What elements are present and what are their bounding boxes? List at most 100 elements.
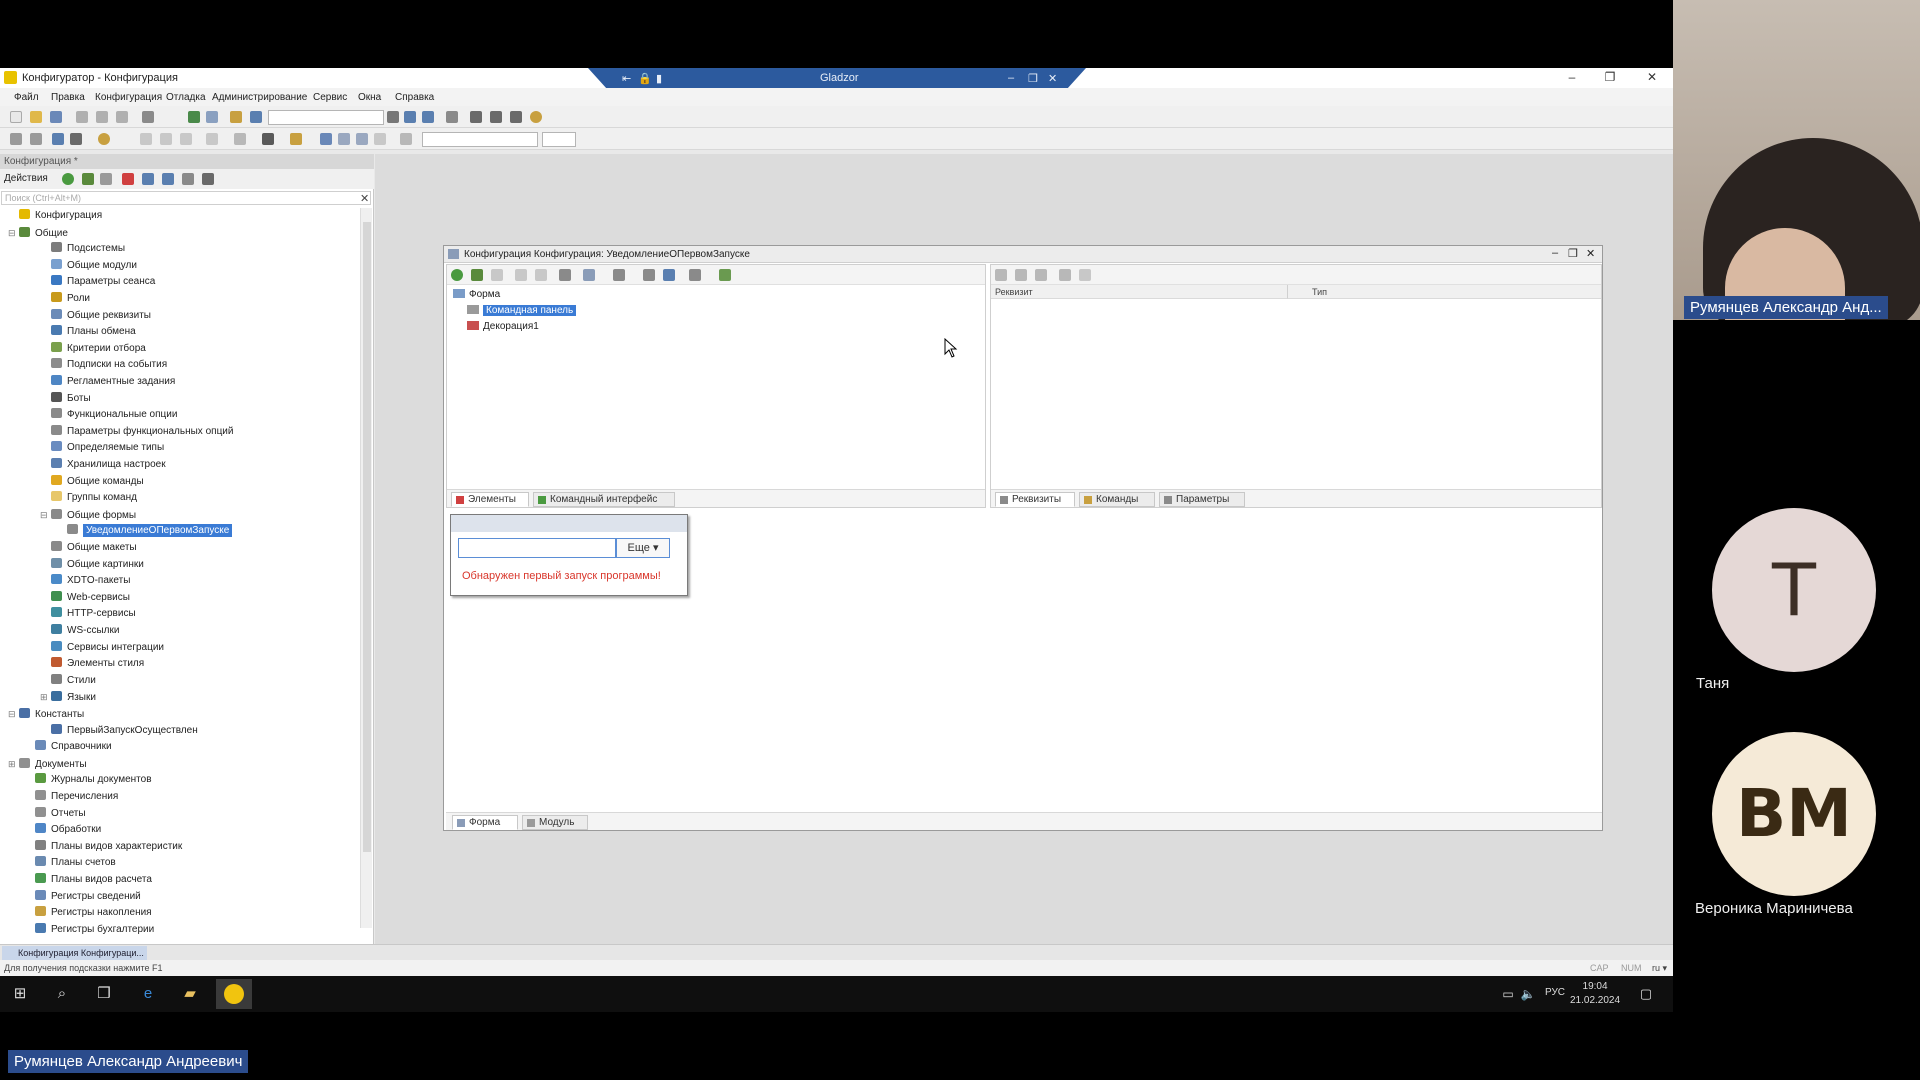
element-form[interactable]: Форма xyxy=(453,287,500,302)
preview-input-field[interactable] xyxy=(458,538,616,558)
align-left-icon[interactable] xyxy=(320,133,332,145)
tree-item[interactable]: Общие картинки xyxy=(40,557,144,573)
justify-icon[interactable] xyxy=(374,133,386,145)
tree-item[interactable]: Критерии отбора xyxy=(40,341,146,357)
edit-icon[interactable] xyxy=(82,173,94,185)
tree-item[interactable]: ПервыйЗапускОсуществлен xyxy=(40,723,198,739)
module-icon[interactable] xyxy=(510,111,522,123)
form-minimize-button[interactable]: – xyxy=(1552,247,1558,259)
element-down-icon[interactable] xyxy=(535,269,547,281)
tree-item[interactable]: Регламентные задания xyxy=(40,374,175,390)
delete-attribute-icon[interactable] xyxy=(1079,269,1091,281)
tree-item[interactable]: Функциональные опции xyxy=(40,407,177,423)
debug-icon[interactable] xyxy=(470,111,482,123)
tree-item[interactable]: Общие команды xyxy=(40,474,144,490)
check-icon[interactable] xyxy=(663,269,675,281)
tree-item[interactable]: Параметры функциональных опций xyxy=(40,424,233,440)
tree-item[interactable]: Группы команд xyxy=(40,490,137,506)
expand-toggle-icon[interactable]: ⊞ xyxy=(8,756,17,772)
tree-item[interactable]: Обработки xyxy=(24,822,101,838)
align-right-icon[interactable] xyxy=(356,133,368,145)
move-down-icon[interactable] xyxy=(162,173,174,185)
search-icon[interactable] xyxy=(250,111,262,123)
element-up-icon[interactable] xyxy=(515,269,527,281)
form-close-button[interactable]: ✕ xyxy=(1586,247,1595,260)
edit-element-icon[interactable] xyxy=(471,269,483,281)
tree-item[interactable]: Боты xyxy=(40,391,91,407)
remote-close-button[interactable]: ✕ xyxy=(1048,72,1057,85)
tab-attributes[interactable]: Реквизиты xyxy=(995,492,1075,507)
tree-scroll-thumb[interactable] xyxy=(363,222,371,852)
list-icon[interactable] xyxy=(10,133,22,145)
status-language[interactable]: ru ▾ xyxy=(1652,960,1667,976)
font-color-icon[interactable] xyxy=(262,133,274,145)
task-view-icon[interactable]: ❒ xyxy=(94,984,114,1004)
find-icon[interactable] xyxy=(230,111,242,123)
expand-toggle-icon[interactable]: ⊟ xyxy=(8,706,17,722)
copy-icon[interactable] xyxy=(96,111,108,123)
tree-item[interactable]: ⊟ Общие xyxy=(8,225,68,241)
edit-attribute-icon[interactable] xyxy=(1059,269,1071,281)
form-maximize-button[interactable]: ❐ xyxy=(1568,247,1578,260)
tab-parameters[interactable]: Параметры xyxy=(1159,492,1245,507)
tree-item[interactable]: Регистры бухгалтерии xyxy=(24,922,154,938)
border-icon[interactable] xyxy=(206,133,218,145)
window-icon[interactable] xyxy=(446,111,458,123)
element-decoration[interactable]: Декорация1 xyxy=(467,319,539,334)
print-icon[interactable] xyxy=(142,111,154,123)
group-icon[interactable] xyxy=(583,269,595,281)
tab-commands[interactable]: Команды xyxy=(1079,492,1155,507)
tree-item[interactable]: Общие модули xyxy=(40,258,137,274)
cut-icon[interactable] xyxy=(76,111,88,123)
verify-icon[interactable] xyxy=(719,269,731,281)
tree-item[interactable]: ⊟ Константы xyxy=(8,706,84,722)
search-icon[interactable]: ⌕ xyxy=(52,984,72,1004)
tree-item[interactable]: Общие реквизиты xyxy=(40,308,151,324)
tree-item[interactable]: ⊞ Документы xyxy=(8,756,87,772)
tree-item[interactable]: Сервисы интеграции xyxy=(40,640,164,656)
tree-item[interactable]: Параметры сеанса xyxy=(40,274,155,290)
move-up-icon[interactable] xyxy=(142,173,154,185)
highlight-icon[interactable] xyxy=(290,133,302,145)
tree-item[interactable]: Общие макеты xyxy=(40,540,137,556)
remote-restore-button[interactable]: ❐ xyxy=(1028,72,1038,85)
expand-toggle-icon[interactable]: ⊟ xyxy=(8,225,17,241)
taskbar-clock[interactable]: 19:04 21.02.2024 xyxy=(1570,980,1620,1008)
attribute-settings-icon[interactable] xyxy=(1035,269,1047,281)
table-element-icon[interactable] xyxy=(613,269,625,281)
file-explorer-icon[interactable]: ▰ xyxy=(180,984,200,1004)
tree-item[interactable]: ⊞ Языки xyxy=(40,689,96,705)
layout-icon[interactable] xyxy=(559,269,571,281)
open-window-item[interactable]: Конфигурация Конфигураци... xyxy=(2,946,147,960)
column-type[interactable]: Тип xyxy=(1287,285,1601,299)
tree-item[interactable]: Планы видов характеристик xyxy=(24,839,182,855)
menu-administration[interactable]: Администрирование xyxy=(212,92,307,103)
align-center-icon[interactable] xyxy=(338,133,350,145)
taskbar-language[interactable]: РУС xyxy=(1545,987,1565,998)
resize-icon[interactable] xyxy=(689,269,701,281)
tree-item[interactable]: Стили xyxy=(40,673,96,689)
fill-icon[interactable] xyxy=(234,133,246,145)
tab-elements[interactable]: Элементы xyxy=(451,492,529,507)
table-icon[interactable] xyxy=(70,133,82,145)
minimize-button[interactable]: – xyxy=(1560,69,1584,86)
element-command-bar[interactable]: Командная панель xyxy=(467,303,577,318)
delete-icon[interactable] xyxy=(122,173,134,185)
open-icon[interactable] xyxy=(30,111,42,123)
tree-item[interactable]: Подписки на события xyxy=(40,357,167,373)
tree-item[interactable]: HTTP-сервисы xyxy=(40,606,136,622)
find-next-icon[interactable] xyxy=(404,111,416,123)
maximize-button[interactable]: ❐ xyxy=(1598,69,1622,86)
pin-icon[interactable]: ⇤ xyxy=(622,72,631,85)
run-icon[interactable] xyxy=(98,133,110,145)
tree-item[interactable]: Планы видов расчета xyxy=(24,872,152,888)
tab-command-interface[interactable]: Командный интерфейс xyxy=(533,492,675,507)
sort-icon[interactable] xyxy=(182,173,194,185)
tree-item[interactable]: Хранилища настроек xyxy=(40,457,166,473)
tree-item[interactable]: Планы счетов xyxy=(24,855,116,871)
speaker-video-tile[interactable] xyxy=(1673,0,1920,320)
tree-item[interactable]: Справочники xyxy=(24,739,112,755)
tree-item[interactable]: Регистры сведений xyxy=(24,889,141,905)
delete-element-icon[interactable] xyxy=(491,269,503,281)
expand-toggle-icon[interactable]: ⊞ xyxy=(40,689,49,705)
